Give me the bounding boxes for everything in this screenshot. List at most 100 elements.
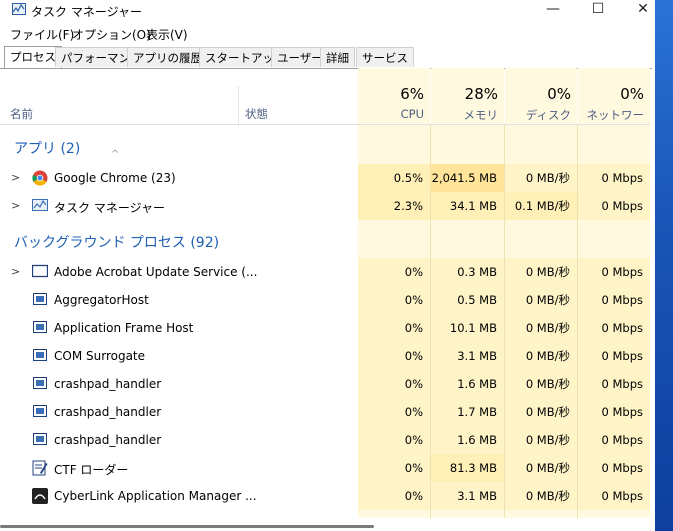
process-name: crashpad_handler: [54, 377, 162, 391]
network-value: 0 Mbps: [578, 482, 650, 510]
group-background: バックグラウンド プロセス (92): [0, 227, 650, 255]
table-row[interactable]: COM Surrogate 0% 3.1 MB 0 MB/秒 0 Mbps: [0, 342, 650, 370]
header-disk[interactable]: 0% ディスク: [505, 68, 577, 124]
chevron-right-icon[interactable]: >: [11, 265, 20, 278]
process-name: AggregatorHost: [54, 293, 149, 307]
cpu-value: 0%: [358, 398, 430, 426]
process-name: crashpad_handler: [54, 433, 162, 447]
network-value: 0 Mbps: [578, 454, 650, 482]
ctf-loader-icon: [32, 460, 48, 476]
tab-bar: プロセス パフォーマンス アプリの履歴 スタートアップ ユーザー 詳細 サービス: [0, 46, 673, 69]
table-row[interactable]: CTF ローダー 0% 81.3 MB 0 MB/秒 0 Mbps: [0, 454, 650, 482]
scrollbar-thumb[interactable]: [0, 525, 374, 528]
memory-value: 1.6 MB: [431, 370, 504, 398]
window-icon: [32, 376, 48, 391]
header-memory[interactable]: 28% メモリ: [431, 68, 504, 124]
cpu-value: 0%: [358, 370, 430, 398]
menu-options[interactable]: オプション(O): [72, 26, 151, 43]
memory-value: 10.1 MB: [431, 314, 504, 342]
header-status[interactable]: 状態: [245, 106, 268, 122]
cpu-value: 0%: [358, 342, 430, 370]
horizontal-scrollbar[interactable]: [0, 521, 652, 531]
process-name: crashpad_handler: [54, 405, 162, 419]
table-row[interactable]: crashpad_handler 0% 1.7 MB 0 MB/秒 0 Mbps: [0, 398, 650, 426]
table-row[interactable]: crashpad_handler 0% 1.6 MB 0 MB/秒 0 Mbps: [0, 370, 650, 398]
network-total: 0%: [620, 85, 644, 103]
memory-value: 3.1 MB: [431, 482, 504, 510]
memory-total: 28%: [464, 85, 498, 103]
process-name: Application Frame Host: [54, 321, 194, 335]
table-row[interactable]: > Adobe Acrobat Update Service (... 0% 0…: [0, 258, 650, 286]
table-row[interactable]: AggregatorHost 0% 0.5 MB 0 MB/秒 0 Mbps: [0, 286, 650, 314]
disk-total: 0%: [547, 85, 571, 103]
memory-value: 1.7 MB: [431, 398, 504, 426]
disk-value: 0.1 MB/秒: [505, 192, 577, 220]
cpu-value: 0%: [358, 314, 430, 342]
disk-label: ディスク: [525, 108, 571, 122]
process-name: CTF ローダー: [54, 463, 129, 477]
chevron-right-icon[interactable]: >: [11, 171, 20, 184]
cpu-value: 0%: [358, 482, 430, 510]
process-name: タスク マネージャー: [54, 201, 165, 215]
minimize-button[interactable]: —: [531, 0, 575, 20]
group-apps: アプリ (2): [0, 133, 650, 161]
menu-view[interactable]: 表示(V): [146, 26, 188, 43]
desktop-background: [655, 0, 673, 531]
disk-value: 0 MB/秒: [505, 370, 577, 398]
disk-value: 0 MB/秒: [505, 164, 577, 192]
cpu-label: CPU: [400, 107, 424, 121]
cpu-value: 0%: [358, 286, 430, 314]
memory-label: メモリ: [463, 108, 499, 122]
tab-app-history[interactable]: アプリの履歴: [127, 47, 208, 67]
memory-value: 1.6 MB: [431, 426, 504, 454]
process-name: COM Surrogate: [54, 349, 146, 363]
network-value: 0 Mbps: [578, 258, 650, 286]
memory-value: 0.5 MB: [431, 286, 504, 314]
window-icon: [32, 348, 48, 363]
process-name: Google Chrome (23): [54, 171, 176, 185]
network-value: 0 Mbps: [578, 286, 650, 314]
disk-value: 0 MB/秒: [505, 342, 577, 370]
table-row[interactable]: > Google Chrome (23) 0.5% 2,041.5 MB 0 M…: [0, 164, 650, 192]
menu-file[interactable]: ファイル(F): [10, 26, 74, 43]
window-icon: [32, 432, 48, 447]
memory-value: 0.3 MB: [431, 258, 504, 286]
header-cpu[interactable]: 6% CPU: [358, 68, 430, 124]
cpu-value: 2.3%: [358, 192, 430, 220]
disk-value: 0 MB/秒: [505, 482, 577, 510]
header-name[interactable]: 名前: [10, 106, 33, 122]
table-row[interactable]: CyberLink Application Manager ... 0% 3.1…: [0, 482, 650, 510]
chevron-right-icon[interactable]: >: [11, 199, 20, 212]
network-value: 0 Mbps: [578, 164, 650, 192]
table-row[interactable]: Application Frame Host 0% 10.1 MB 0 MB/秒…: [0, 314, 650, 342]
cyberlink-icon: [32, 488, 48, 504]
title-bar: タスク マネージャー — ☐ ✕: [0, 0, 673, 22]
network-value: 0 Mbps: [578, 192, 650, 220]
network-value: 0 Mbps: [578, 426, 650, 454]
acrobat-update-icon: [31, 264, 49, 279]
maximize-button[interactable]: ☐: [576, 0, 620, 20]
chrome-icon: [32, 170, 48, 186]
table-row[interactable]: crashpad_handler 0% 1.6 MB 0 MB/秒 0 Mbps: [0, 426, 650, 454]
process-list: アプリ (2) > Google Chrome (23) 0.5% 2,041.…: [0, 125, 650, 518]
cpu-total: 6%: [400, 85, 424, 103]
disk-value: 0 MB/秒: [505, 314, 577, 342]
table-row[interactable]: > タスク マネージャー 2.3% 34.1 MB 0.1 MB/秒 0 Mbp…: [0, 192, 650, 220]
process-name: Adobe Acrobat Update Service (...: [54, 265, 258, 279]
process-name: CyberLink Application Manager ...: [54, 489, 257, 503]
header-network[interactable]: 0% ネットワーク: [578, 68, 650, 138]
tab-details[interactable]: 詳細: [320, 47, 355, 67]
cpu-value: 0%: [358, 426, 430, 454]
window-title: タスク マネージャー: [31, 5, 142, 19]
memory-value: 34.1 MB: [431, 192, 504, 220]
disk-value: 0 MB/秒: [505, 398, 577, 426]
group-title: バックグラウンド プロセス (92): [14, 235, 220, 251]
network-value: 0 Mbps: [578, 314, 650, 342]
memory-value: 81.3 MB: [431, 454, 504, 482]
disk-value: 0 MB/秒: [505, 454, 577, 482]
window-icon: [32, 320, 48, 335]
tab-processes[interactable]: プロセス: [4, 46, 62, 68]
tab-services[interactable]: サービス: [356, 47, 414, 67]
divider: [238, 86, 239, 126]
window-icon: [32, 404, 48, 419]
